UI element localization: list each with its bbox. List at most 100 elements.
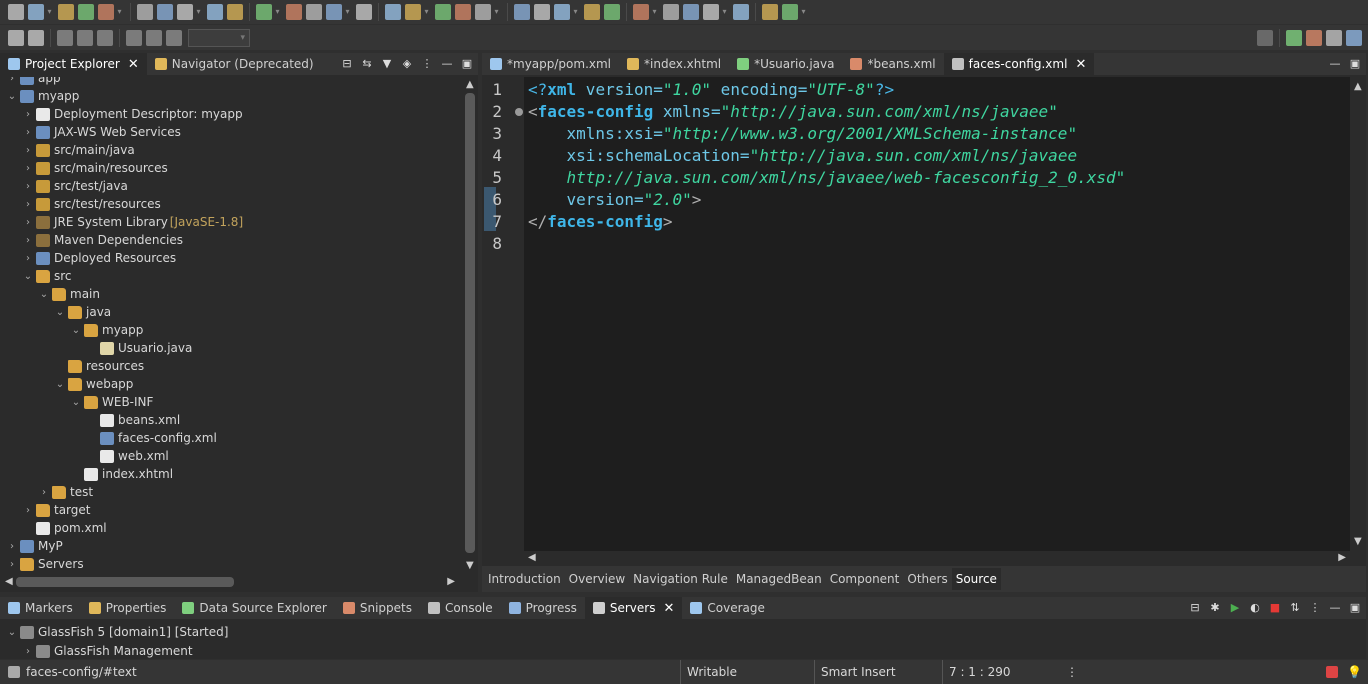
minimize-icon[interactable]: — [1328, 600, 1342, 614]
redo-icon[interactable] [28, 29, 44, 46]
layout-icon-5[interactable] [146, 29, 162, 46]
tree-node[interactable]: beans.xml [86, 411, 180, 429]
minimize-icon[interactable]: — [1328, 56, 1342, 70]
tree-node[interactable]: › Servers [6, 555, 84, 573]
drop-to-frame-icon[interactable] [326, 4, 342, 20]
tree-node[interactable]: › target [22, 501, 91, 519]
focus-icon[interactable]: ◈ [400, 56, 414, 70]
quick-access-search-icon[interactable] [1257, 30, 1273, 46]
collapsed-chevron-icon[interactable]: › [6, 77, 18, 84]
maximize-icon[interactable]: ▣ [1348, 600, 1362, 614]
collapsed-chevron-icon[interactable]: › [6, 559, 18, 570]
tree-node[interactable]: web.xml [86, 447, 169, 465]
tree-node[interactable]: › src/main/java [22, 141, 135, 159]
scroll-down-icon[interactable]: ▼ [466, 560, 474, 571]
scroll-left-icon[interactable]: ◀ [5, 576, 13, 587]
back-icon[interactable] [683, 4, 699, 20]
next-annotation-icon[interactable] [633, 4, 649, 20]
bottom-tab-5[interactable]: Progress [501, 597, 585, 619]
dropdown-arrow-icon[interactable]: ▾ [195, 4, 202, 20]
bottom-tab-7[interactable]: Coverage [682, 597, 773, 619]
use-step-filters-icon[interactable] [356, 4, 372, 20]
maximize-icon[interactable]: ▣ [1348, 56, 1362, 70]
tree-node[interactable]: ⌄ src [22, 267, 72, 285]
bottom-tab-4[interactable]: Console [420, 597, 501, 619]
expanded-chevron-icon[interactable]: ⌄ [6, 91, 18, 102]
bottom-tab-3[interactable]: Snippets [335, 597, 420, 619]
close-icon[interactable]: ✕ [1075, 57, 1086, 72]
dropdown-arrow-icon[interactable]: ▾ [651, 4, 658, 20]
publish-icon[interactable]: ⇅ [1288, 600, 1302, 614]
prev-annotation-icon[interactable] [663, 4, 679, 20]
collapse-all-icon[interactable]: ⊟ [1188, 600, 1202, 614]
collapsed-chevron-icon[interactable]: › [22, 163, 34, 174]
debug-perspective-icon[interactable] [1326, 30, 1342, 46]
editor-tab-1[interactable]: *index.xhtml [619, 53, 729, 75]
dropdown-arrow-icon[interactable]: ▾ [493, 4, 500, 20]
skip-breakpoints-icon[interactable] [385, 4, 401, 20]
start-server-icon[interactable]: ▶ [1228, 600, 1242, 614]
tree-node[interactable]: › test [38, 483, 93, 501]
new-window-icon[interactable] [782, 4, 798, 20]
collapsed-chevron-icon[interactable]: › [22, 181, 34, 192]
explorer-tab-1[interactable]: Navigator (Deprecated) [147, 53, 322, 75]
refresh-icon[interactable] [584, 4, 600, 20]
server-row[interactable]: ⌄ GlassFish 5 [domain1] [Started] [6, 623, 229, 641]
scroll-down-icon[interactable]: ▼ [1354, 536, 1362, 547]
view-menu-icon[interactable]: ⋮ [420, 56, 434, 70]
dropdown-arrow-icon[interactable]: ▾ [800, 4, 807, 20]
back-history-icon[interactable] [733, 4, 749, 20]
bottom-tab-1[interactable]: Properties [81, 597, 175, 619]
terminate-icon[interactable] [207, 4, 223, 20]
git-perspective-icon[interactable] [1346, 30, 1362, 46]
collapsed-chevron-icon[interactable]: › [22, 109, 34, 120]
open-folder-icon[interactable] [514, 4, 530, 20]
collapsed-chevron-icon[interactable]: › [22, 646, 34, 657]
server-row[interactable]: › GlassFish Management [22, 642, 193, 660]
tree-node[interactable]: › MyP [6, 537, 63, 555]
collapsed-chevron-icon[interactable]: › [22, 217, 34, 228]
editor-horizontal-scrollbar[interactable]: ◀ ▶ [524, 551, 1350, 565]
explorer-vertical-scrollbar[interactable]: ▲ ▼ [462, 77, 478, 573]
bottom-tab-2[interactable]: Data Source Explorer [174, 597, 334, 619]
tree-node[interactable]: › src/test/resources [22, 195, 161, 213]
forward-history-icon[interactable] [762, 4, 778, 20]
close-icon[interactable]: ✕ [663, 601, 674, 616]
step-return-icon[interactable] [306, 4, 322, 20]
tree-node[interactable]: › src/test/java [22, 177, 128, 195]
tree-node[interactable]: ⌄ myapp [6, 87, 80, 105]
editor-tab-2[interactable]: *Usuario.java [729, 53, 842, 75]
minimize-icon[interactable]: — [440, 56, 454, 70]
page-tab-source[interactable]: Source [951, 568, 1001, 590]
scroll-up-icon[interactable]: ▲ [466, 79, 474, 90]
layout-icon-3[interactable] [97, 29, 113, 46]
maximize-icon[interactable]: ▣ [460, 56, 474, 70]
external-tools-icon[interactable] [455, 4, 471, 20]
expanded-chevron-icon[interactable]: ⌄ [22, 271, 34, 282]
dropdown-arrow-icon[interactable]: ▾ [46, 4, 53, 20]
editor-vertical-scrollbar[interactable]: ▲ ▼ [1350, 77, 1366, 551]
save-icon[interactable] [28, 4, 44, 20]
profile-server-icon[interactable]: ◐ [1248, 600, 1262, 614]
scroll-right-icon[interactable]: ▶ [447, 576, 455, 587]
expanded-chevron-icon[interactable]: ⌄ [38, 289, 50, 300]
collapsed-chevron-icon[interactable]: › [38, 487, 50, 498]
run-icon[interactable] [405, 4, 421, 20]
code-editor[interactable]: 12345678 <?xml version="1.0" encoding="U… [484, 77, 1350, 551]
step-over-icon[interactable] [286, 4, 302, 20]
collapsed-chevron-icon[interactable]: › [6, 541, 18, 552]
link-with-editor-icon[interactable]: ⇆ [360, 56, 374, 70]
page-tab-introduction[interactable]: Introduction [484, 568, 565, 590]
tree-node[interactable]: index.xhtml [70, 465, 173, 483]
stop-server-icon[interactable]: ■ [1268, 600, 1282, 614]
collapsed-chevron-icon[interactable]: › [22, 127, 34, 138]
dropdown-arrow-icon[interactable]: ▾ [721, 4, 728, 20]
fold-marker-icon[interactable] [515, 108, 523, 116]
forward-icon[interactable] [703, 4, 719, 20]
editor-tab-4[interactable]: faces-config.xml ✕ [943, 53, 1095, 75]
page-tab-others[interactable]: Others [903, 568, 951, 590]
java-ee-perspective-icon[interactable] [1306, 30, 1322, 46]
tree-node[interactable]: ⌄ java [54, 303, 111, 321]
annotation-icon[interactable] [534, 4, 550, 20]
collapsed-chevron-icon[interactable]: › [22, 145, 34, 156]
